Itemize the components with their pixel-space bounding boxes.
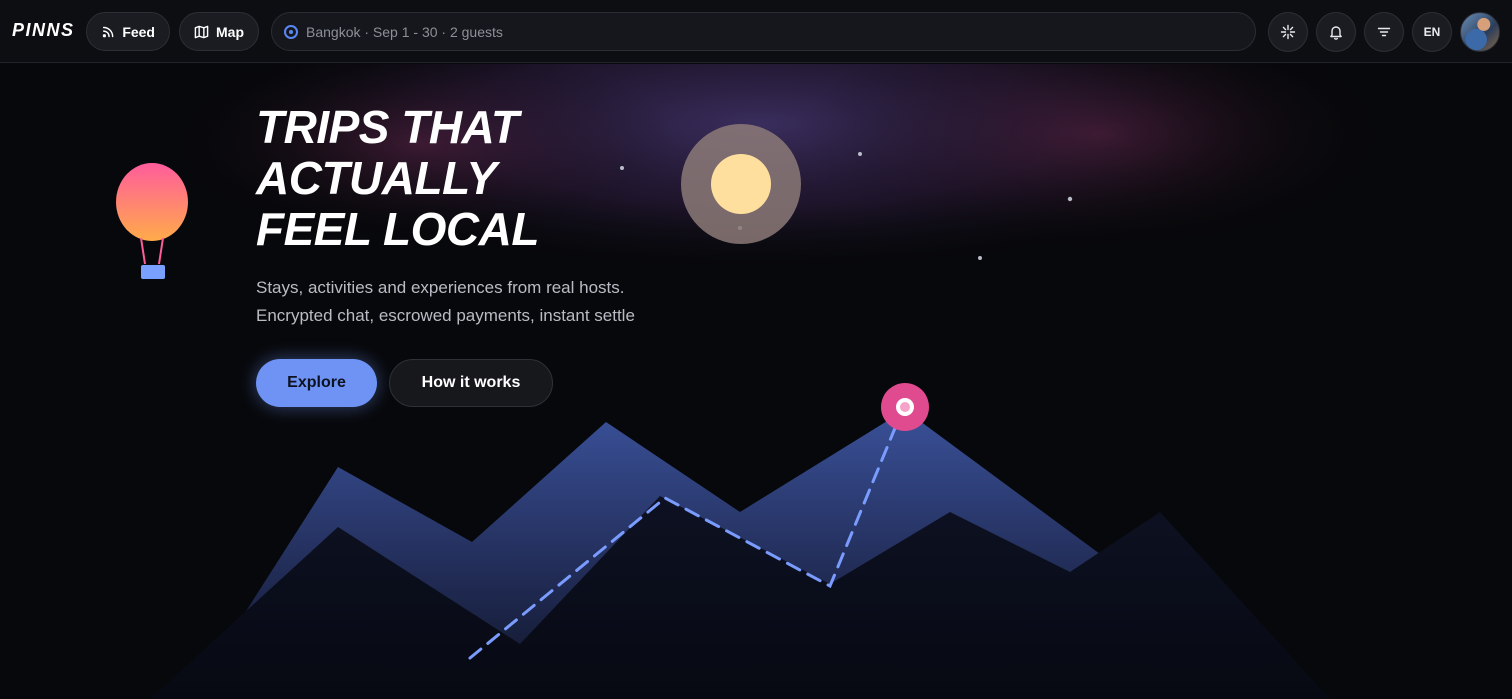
- headline-line-2: ACTUALLY: [256, 152, 497, 204]
- hot-air-balloon: [116, 163, 188, 279]
- rss-icon: [102, 26, 114, 37]
- headline-line-3: FEEL LOCAL: [256, 203, 539, 255]
- explore-button[interactable]: Explore: [256, 359, 377, 407]
- subtitle-line-2: Encrypted chat, escrowed payments, insta…: [256, 306, 635, 325]
- search-summary: Bangkok · Sep 1 - 30 · 2 guests: [306, 23, 503, 40]
- map-button[interactable]: Map: [179, 12, 259, 51]
- bell-icon: [1330, 26, 1342, 40]
- headline-line-1: TRIPS THAT: [256, 101, 519, 153]
- sparkle-button[interactable]: [1268, 12, 1308, 52]
- feed-label: Feed: [122, 23, 155, 40]
- top-bar: PINNS Feed Map Bangkok · Sep 1 - 30 · 2 …: [0, 0, 1512, 63]
- feed-button[interactable]: Feed: [86, 12, 170, 51]
- filter-icon: [1377, 27, 1391, 37]
- hero-headline: TRIPS THAT ACTUALLY FEEL LOCAL: [256, 102, 676, 255]
- filter-button[interactable]: [1364, 12, 1404, 52]
- search-bar[interactable]: Bangkok · Sep 1 - 30 · 2 guests: [271, 12, 1256, 51]
- sparkle-icon: [1280, 24, 1296, 40]
- map-icon: [194, 25, 209, 38]
- hero-subtitle: Stays, activities and experiences from r…: [256, 274, 716, 330]
- app-logo[interactable]: PINNS: [12, 20, 75, 41]
- subtitle-line-1: Stays, activities and experiences from r…: [256, 278, 625, 297]
- location-pin-icon: [881, 383, 929, 431]
- notifications-button[interactable]: [1316, 12, 1356, 52]
- hero-section: TRIPS THAT ACTUALLY FEEL LOCAL Stays, ac…: [0, 64, 1512, 699]
- location-icon: [284, 24, 298, 39]
- moon: [711, 154, 771, 214]
- how-it-works-button[interactable]: How it works: [389, 359, 553, 407]
- language-label: EN: [1423, 25, 1441, 39]
- map-label: Map: [216, 23, 244, 40]
- language-button[interactable]: EN: [1412, 12, 1452, 52]
- avatar[interactable]: [1460, 12, 1500, 52]
- hero-illustration: [116, 64, 1400, 699]
